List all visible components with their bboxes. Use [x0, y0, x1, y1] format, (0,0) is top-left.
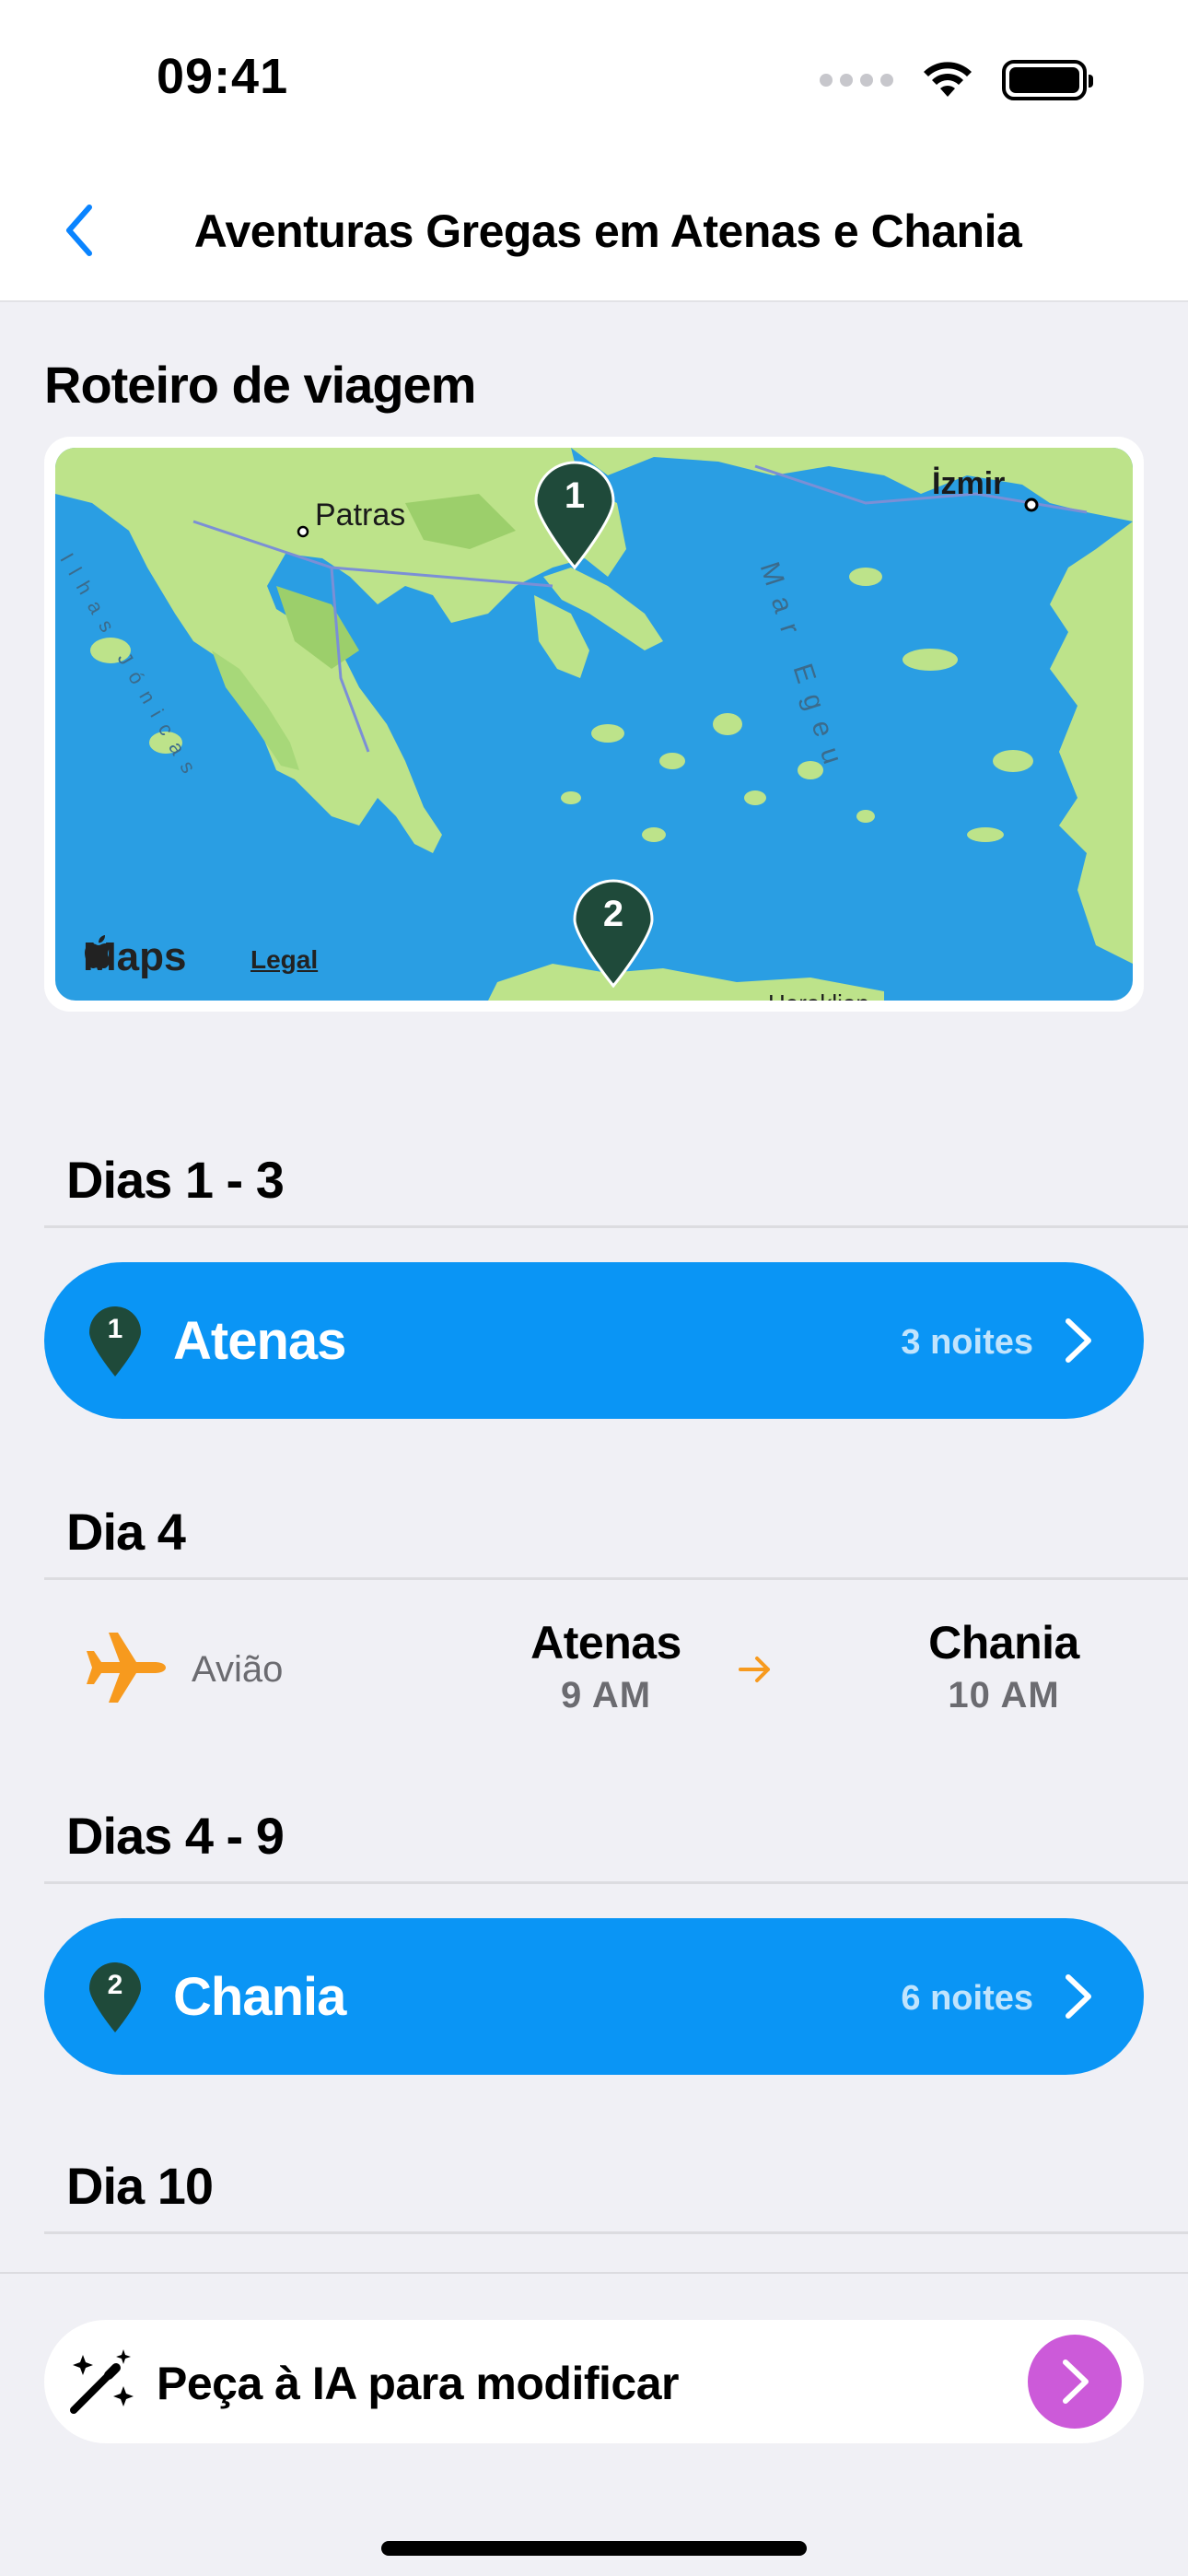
map-pin-1[interactable]: 1	[532, 461, 617, 571]
map-label-patras: Patras	[315, 498, 406, 533]
ai-prompt-label: Peça à IA para modificar	[157, 2358, 679, 2409]
stay-pin-number: 1	[107, 1314, 123, 1344]
itinerary-map[interactable]: Patras İzmir Mar Egeu Ilhas Jónicas Hera…	[55, 448, 1133, 1001]
day-header: Dia 10	[66, 2157, 214, 2215]
city-stay-atenas[interactable]: 1 Atenas 3 noites	[44, 1262, 1144, 1419]
map-label-izmir: İzmir	[932, 466, 1006, 501]
ai-prompt-field[interactable]: Peça à IA para modificar	[44, 2320, 1144, 2443]
status-time: 09:41	[157, 49, 289, 104]
maps-legal-link[interactable]: Legal	[250, 945, 318, 975]
map-pin-2[interactable]: 2	[571, 879, 656, 989]
chevron-right-icon	[1063, 2359, 1089, 2404]
day-header: Dias 4 - 9	[66, 1807, 285, 1865]
chevron-right-icon	[1066, 1318, 1091, 1363]
status-indicators	[820, 57, 1093, 103]
stay-city-name: Atenas	[173, 1311, 346, 1371]
arrival-time: 10 AM	[948, 1675, 1060, 1715]
divider	[44, 1225, 1188, 1228]
map-pin-number: 1	[564, 475, 586, 516]
apple-maps-logo: Maps	[83, 934, 186, 980]
cellular-signal-icon	[820, 74, 893, 87]
arrival: Chania 10 AM	[847, 1616, 1160, 1716]
transport-leg[interactable]: Avião Atenas 9 AM Chania 10 AM	[44, 1577, 1144, 1762]
map-pin-number: 2	[602, 894, 624, 934]
departure: Atenas 9 AM	[449, 1616, 763, 1716]
arrival-place: Chania	[928, 1617, 1079, 1669]
map-label-heraklion: Heraklion	[768, 989, 869, 1001]
city-dot-icon	[1024, 498, 1039, 512]
airplane-icon	[87, 1633, 166, 1703]
battery-icon	[1002, 60, 1093, 100]
city-dot-icon	[297, 525, 309, 538]
wifi-icon	[924, 62, 972, 97]
departure-time: 9 AM	[560, 1675, 652, 1715]
city-stay-chania[interactable]: 2 Chania 6 noites	[44, 1918, 1144, 2075]
day-header: Dia 4	[66, 1503, 186, 1561]
ai-send-button[interactable]	[1028, 2335, 1122, 2429]
transport-mode: Avião	[192, 1649, 284, 1690]
bottom-bar: Peça à IA para modificar	[0, 2272, 1188, 2576]
itinerary-section-title: Roteiro de viagem	[44, 356, 476, 414]
divider	[44, 1881, 1188, 1884]
page-title: Aventuras Gregas em Atenas e Chania	[193, 205, 1022, 257]
arrow-right-icon	[739, 1657, 770, 1682]
map-card[interactable]: Patras İzmir Mar Egeu Ilhas Jónicas Hera…	[44, 437, 1144, 1012]
magic-wand-icon	[70, 2349, 134, 2414]
stay-pin-number: 2	[107, 1970, 123, 2000]
day-header: Dias 1 - 3	[66, 1151, 285, 1209]
chevron-right-icon	[1066, 1974, 1091, 2019]
divider	[44, 2231, 1188, 2234]
apple-logo-icon	[85, 935, 111, 968]
departure-place: Atenas	[530, 1617, 681, 1669]
home-indicator[interactable]	[381, 2541, 807, 2556]
top-bar: 09:41 Aventuras Gregas em Atenas e Chani…	[0, 0, 1188, 302]
stay-nights: 3 noites	[901, 1323, 1033, 1362]
stay-nights: 6 noites	[901, 1979, 1033, 2018]
stay-city-name: Chania	[173, 1967, 346, 2027]
